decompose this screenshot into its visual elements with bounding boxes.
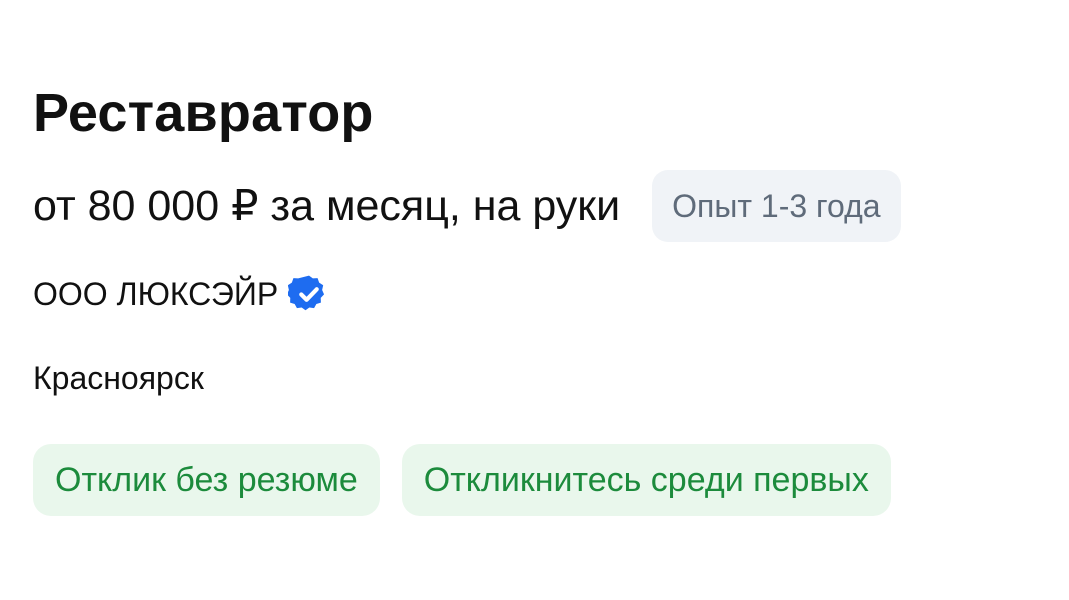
experience-badge: Опыт 1-3 года <box>652 170 901 242</box>
vacancy-card: Реставратор от 80 000 ₽ за месяц, на рук… <box>33 80 1049 516</box>
company-row: ООО ЛЮКСЭЙР <box>33 272 1049 316</box>
vacancy-title[interactable]: Реставратор <box>33 80 1049 146</box>
verified-check-icon <box>287 273 330 315</box>
company-name[interactable]: ООО ЛЮКСЭЙР <box>33 274 278 314</box>
vacancy-tags: Отклик без резюме Откликнитесь среди пер… <box>33 444 1049 516</box>
salary-text: от 80 000 ₽ за месяц, на руки <box>33 182 621 230</box>
city-label: Красноярск <box>33 360 204 396</box>
tag-respond-first: Откликнитесь среди первых <box>401 444 891 516</box>
tag-no-resume-response: Отклик без резюме <box>33 444 380 516</box>
salary-row: от 80 000 ₽ за месяц, на руки Опыт 1-3 г… <box>33 170 1049 242</box>
